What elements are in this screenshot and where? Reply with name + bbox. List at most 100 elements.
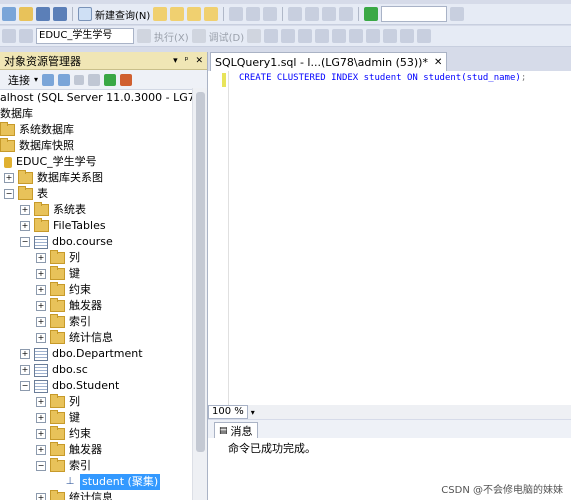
zoom-dropdown[interactable]: 100 % xyxy=(208,405,248,419)
uncomment-icon[interactable] xyxy=(383,29,398,43)
results-file-icon[interactable] xyxy=(349,29,364,43)
comment-icon[interactable] xyxy=(366,29,381,43)
cut-icon[interactable] xyxy=(229,7,244,21)
analysis-query-icon[interactable] xyxy=(170,7,185,21)
find-icon[interactable] xyxy=(450,7,465,21)
expand-icon[interactable]: + xyxy=(36,253,46,263)
indent-icon[interactable] xyxy=(400,29,415,43)
tree-student-constraints[interactable]: + 约束 xyxy=(36,426,91,442)
tree-table-sc[interactable]: + dbo.sc xyxy=(20,362,88,378)
save-all-icon[interactable] xyxy=(53,7,67,21)
tree-student-columns[interactable]: + 列 xyxy=(36,394,80,410)
tree-course-statistics[interactable]: + 统计信息 xyxy=(36,330,113,346)
expand-icon[interactable]: + xyxy=(20,221,30,231)
chevron-down-icon[interactable]: ▾ xyxy=(34,75,38,84)
mdx-query-icon[interactable] xyxy=(187,7,202,21)
stop-icon[interactable] xyxy=(74,74,85,85)
paste-icon[interactable] xyxy=(263,7,278,21)
tree-course-triggers[interactable]: + 触发器 xyxy=(36,298,102,314)
filter-icon[interactable] xyxy=(88,73,101,86)
tree-table-department[interactable]: + dbo.Department xyxy=(20,346,143,362)
outdent-icon[interactable] xyxy=(417,29,432,43)
tree-tables[interactable]: − 表 xyxy=(4,186,48,202)
tree-databases-node[interactable]: 数据库 xyxy=(0,106,33,122)
tree-student-statistics[interactable]: + 统计信息 xyxy=(36,490,113,500)
tree-student-triggers[interactable]: + 触发器 xyxy=(36,442,102,458)
refresh-icon[interactable] xyxy=(104,73,117,86)
tree-course-keys[interactable]: + 键 xyxy=(36,266,80,282)
collapse-icon[interactable]: − xyxy=(20,381,30,391)
expand-icon[interactable]: + xyxy=(20,205,30,215)
expand-icon[interactable]: + xyxy=(36,317,46,327)
navigate-icon[interactable] xyxy=(322,7,337,21)
expand-icon[interactable]: + xyxy=(36,413,46,423)
redo-icon[interactable] xyxy=(305,7,320,21)
new-query-button[interactable]: 新建查询(N) xyxy=(95,7,150,22)
close-icon[interactable]: ✕ xyxy=(434,57,442,68)
tree-system-databases[interactable]: 系统数据库 xyxy=(0,122,74,138)
window-icon[interactable] xyxy=(339,7,354,21)
tree-database-educ[interactable]: EDUC_学生学号 xyxy=(4,154,97,170)
toolbar-separator xyxy=(72,7,73,21)
copy-icon[interactable] xyxy=(246,7,261,21)
dropdown-icon[interactable]: ▾ xyxy=(173,56,178,66)
tree-course-columns[interactable]: + 列 xyxy=(36,250,80,266)
disconnect-icon[interactable] xyxy=(58,73,71,86)
activity-monitor-icon[interactable] xyxy=(120,73,133,86)
tree-student-index-clustered[interactable]: ⊥ student (聚集) xyxy=(64,474,161,490)
tree-student-keys[interactable]: + 键 xyxy=(36,410,80,426)
expand-icon[interactable]: + xyxy=(36,333,46,343)
tree-student-indexes[interactable]: − 索引 xyxy=(36,458,91,474)
results-text-icon[interactable] xyxy=(315,29,330,43)
tree-snapshots[interactable]: 数据库快照 xyxy=(0,138,74,154)
expand-icon[interactable]: + xyxy=(36,445,46,455)
expand-icon[interactable]: + xyxy=(4,173,14,183)
stop-icon[interactable] xyxy=(247,29,262,43)
tree-course-indexes[interactable]: + 索引 xyxy=(36,314,91,330)
connect-button[interactable]: 连接 xyxy=(8,72,30,88)
execute-button[interactable]: 执行(X) xyxy=(154,29,189,44)
expand-icon[interactable]: + xyxy=(20,365,30,375)
collapse-icon[interactable]: − xyxy=(4,189,14,199)
collapse-icon[interactable]: − xyxy=(20,237,30,247)
expand-icon[interactable]: + xyxy=(36,397,46,407)
pin-icon[interactable]: ᵖ xyxy=(185,56,189,66)
tree-table-course[interactable]: − dbo.course xyxy=(20,234,113,250)
plan-icon[interactable] xyxy=(281,29,296,43)
tree-table-student[interactable]: − dbo.Student xyxy=(20,378,119,394)
expand-icon[interactable]: + xyxy=(36,429,46,439)
solution-config-dropdown[interactable] xyxy=(381,6,448,22)
start-debug-icon[interactable] xyxy=(364,7,379,21)
new-item-icon[interactable] xyxy=(2,7,16,21)
query-editor[interactable]: CREATE CLUSTERED INDEX student ON studen… xyxy=(208,71,571,405)
tab-sqlquery1[interactable]: SQLQuery1.sql - l...(LG78\admin (53))* ✕ xyxy=(210,52,448,72)
expand-icon[interactable]: + xyxy=(36,269,46,279)
save-icon[interactable] xyxy=(36,7,50,21)
tree-filetables[interactable]: + FileTables xyxy=(20,218,106,234)
connect-icon[interactable] xyxy=(2,29,16,43)
tree-system-tables[interactable]: + 系统表 xyxy=(20,202,86,218)
dmx-query-icon[interactable] xyxy=(204,7,219,21)
undo-icon[interactable] xyxy=(288,7,303,21)
database-dropdown[interactable]: EDUC_学生学号 xyxy=(36,28,134,44)
query-designer-icon[interactable] xyxy=(298,29,313,43)
parse-icon[interactable] xyxy=(264,29,279,43)
open-file-icon[interactable] xyxy=(19,7,33,21)
collapse-icon[interactable]: − xyxy=(36,461,46,471)
expand-icon[interactable]: + xyxy=(36,285,46,295)
change-connection-icon[interactable] xyxy=(19,29,33,43)
expand-icon[interactable]: + xyxy=(36,301,46,311)
results-grid-icon[interactable] xyxy=(332,29,347,43)
db-engine-query-icon[interactable] xyxy=(153,7,168,21)
expand-icon[interactable]: + xyxy=(20,349,30,359)
tree-server-node[interactable]: alhost (SQL Server 11.0.3000 - LG78\adm xyxy=(0,90,207,106)
debug-button[interactable]: 调试(D) xyxy=(209,29,245,44)
scrollbar-thumb[interactable] xyxy=(196,92,205,452)
close-icon[interactable]: ✕ xyxy=(195,56,203,66)
tree-diagrams[interactable]: + 数据库关系图 xyxy=(4,170,103,186)
tree-course-constraints[interactable]: + 约束 xyxy=(36,282,91,298)
chevron-down-icon[interactable]: ▾ xyxy=(251,408,255,417)
connect-server-icon[interactable] xyxy=(42,73,55,86)
tab-messages[interactable]: ▤ 消息 xyxy=(214,422,258,439)
expand-icon[interactable]: + xyxy=(36,493,46,500)
